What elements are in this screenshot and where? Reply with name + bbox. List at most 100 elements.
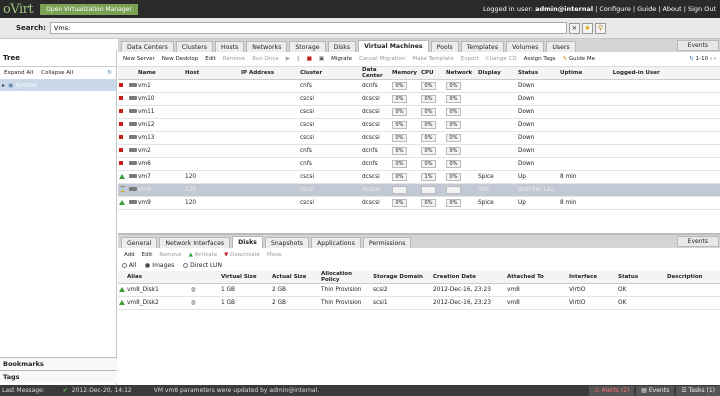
disk-move-button[interactable]: Move bbox=[267, 252, 282, 258]
vm-row[interactable]: ⌛ vm8 120 cscsi dcscsi 0% 0% 0% VNC Wait For Lau bbox=[118, 183, 720, 197]
disk-activate-button[interactable]: ▲ Activate bbox=[189, 252, 218, 258]
vm-row[interactable]: vm2 cnfs dcnfs 0% 0% 0% Down bbox=[118, 144, 720, 158]
disk-col-description[interactable]: Description bbox=[666, 271, 720, 284]
vm-col-cluster[interactable]: Cluster bbox=[299, 67, 361, 80]
vm-col-data-center[interactable]: Data Center bbox=[361, 67, 391, 80]
guide-link[interactable]: | Guide bbox=[633, 5, 656, 13]
tab-networks[interactable]: Networks bbox=[246, 41, 288, 52]
vm-row[interactable]: vm10 cscsi dcscsi 0% 0% 0% Down bbox=[118, 92, 720, 106]
edit-button[interactable]: Edit bbox=[205, 56, 216, 62]
vm-row[interactable]: vm1 cnfs dcnfs 0% 0% 0% Down bbox=[118, 79, 720, 93]
tree-item-system[interactable]: ▸ ◉ System bbox=[0, 79, 116, 91]
disk-col-allocation-policy[interactable]: Allocation Policy bbox=[320, 271, 372, 284]
disk-col-storage-domain[interactable]: Storage Domain bbox=[372, 271, 432, 284]
subtab-permissions[interactable]: Permissions bbox=[362, 237, 412, 248]
vm-col-host[interactable]: Host bbox=[184, 67, 240, 80]
expand-all-link[interactable]: Expand All bbox=[4, 70, 33, 76]
refresh-icon[interactable]: ↻ bbox=[689, 56, 694, 62]
vm-col-status[interactable]: Status bbox=[517, 67, 559, 80]
assign-tags-button[interactable]: Assign Tags bbox=[524, 56, 556, 62]
vm-row[interactable]: vm7 120 cscsi dcscsi 0% 1% 0% Spice Up 8 min bbox=[118, 170, 720, 184]
tab-users[interactable]: Users bbox=[546, 41, 576, 52]
about-link[interactable]: | About bbox=[658, 5, 681, 13]
bookmarks-panel[interactable]: Bookmarks bbox=[0, 357, 117, 370]
disk-col-attached-to[interactable]: Attached To bbox=[506, 271, 568, 284]
prev-page-icon[interactable]: ‹ bbox=[710, 56, 712, 62]
radio-all[interactable]: All bbox=[122, 262, 136, 269]
refresh-icon[interactable]: ↻ bbox=[107, 70, 112, 76]
clear-search-icon[interactable]: × bbox=[568, 22, 580, 34]
vm-row[interactable]: vm9 120 cscsi dcscsi 0% 0% 0% Spice Up 8 min bbox=[118, 196, 720, 210]
disk-remove-button[interactable]: Remove bbox=[159, 252, 181, 258]
status-events-button[interactable]: ▤ Events bbox=[636, 385, 675, 396]
disk-edit-button[interactable]: Edit bbox=[142, 252, 153, 258]
vm-row[interactable]: vm13 cscsi dcscsi 0% 0% 0% Down bbox=[118, 131, 720, 145]
migrate-button[interactable]: Migrate bbox=[331, 56, 352, 62]
vm-row[interactable]: vm6 cnfs dcnfs 0% 0% 0% Down bbox=[118, 157, 720, 171]
subtab-general[interactable]: General bbox=[121, 237, 158, 248]
vm-col-logged-in-user[interactable]: Logged-in User bbox=[611, 67, 720, 80]
tab-hosts[interactable]: Hosts bbox=[214, 41, 245, 52]
next-page-icon[interactable]: › bbox=[714, 56, 716, 62]
console-icon[interactable]: ▣ bbox=[319, 56, 324, 62]
collapse-all-link[interactable]: Collapse All bbox=[41, 70, 73, 76]
tab-storage[interactable]: Storage bbox=[289, 41, 326, 52]
configure-link[interactable]: | Configure bbox=[595, 5, 631, 13]
vm-col-cpu[interactable]: CPU bbox=[420, 67, 445, 80]
subtab-snapshots[interactable]: Snapshots bbox=[264, 237, 310, 248]
pause-icon[interactable]: ‖ bbox=[297, 56, 300, 62]
tab-clusters[interactable]: Clusters bbox=[175, 41, 213, 52]
export-button[interactable]: Export bbox=[461, 56, 479, 62]
vm-col-network[interactable]: Network bbox=[445, 67, 477, 80]
subtab-disks[interactable]: Disks bbox=[232, 236, 263, 248]
vm-col-memory[interactable]: Memory bbox=[391, 67, 420, 80]
sign-out-link[interactable]: | Sign Out bbox=[684, 5, 716, 13]
vm-row[interactable]: vm11 cscsi dcscsi 0% 0% 0% Down bbox=[118, 105, 720, 119]
disk-row[interactable]: vm8_Disk2 ◍ 1 GB 2 GB Thin Provision scsi1 201… bbox=[118, 296, 720, 310]
tags-panel[interactable]: Tags bbox=[0, 370, 117, 383]
bookmark-star-icon[interactable]: ★ bbox=[581, 22, 593, 34]
subtab-network-interfaces[interactable]: Network Interfaces bbox=[159, 237, 231, 248]
vm-col-ip-address[interactable]: IP Address bbox=[240, 67, 299, 80]
stop-icon[interactable]: ■ bbox=[307, 56, 312, 62]
new-server-button[interactable]: New Server bbox=[123, 56, 155, 62]
radio-direct-lun[interactable]: Direct LUN bbox=[183, 262, 222, 269]
tab-virtual-machines[interactable]: Virtual Machines bbox=[358, 40, 429, 52]
tab-volumes[interactable]: Volumes bbox=[506, 41, 545, 52]
tab-pools[interactable]: Pools bbox=[430, 41, 459, 52]
expand-arrow-icon[interactable]: ▸ bbox=[2, 82, 5, 89]
tab-templates[interactable]: Templates bbox=[460, 41, 505, 52]
disk-col-alias[interactable]: Alias bbox=[126, 271, 190, 284]
disk-col-actual-size[interactable]: Actual Size bbox=[271, 271, 320, 284]
disk-col-creation-date[interactable]: Creation Date bbox=[432, 271, 506, 284]
new-desktop-button[interactable]: New Desktop bbox=[162, 56, 198, 62]
subtab-applications[interactable]: Applications bbox=[311, 237, 361, 248]
run-once-button[interactable]: Run Once bbox=[252, 56, 279, 62]
disk-col-virtual-size[interactable]: Virtual Size bbox=[220, 271, 271, 284]
search-icon[interactable]: ⚲ bbox=[594, 22, 606, 34]
change-cd-button[interactable]: Change CD bbox=[486, 56, 517, 62]
guide-me-button[interactable]: ✎ Guide Me bbox=[563, 56, 595, 62]
tab-disks[interactable]: Disks bbox=[327, 41, 357, 52]
disk-deactivate-button[interactable]: ▼ Deactivate bbox=[224, 252, 260, 258]
disk-row[interactable]: vm8_Disk1 ◍ 1 GB 2 GB Thin Provision scsi2 201… bbox=[118, 283, 720, 297]
cancel-migration-button[interactable]: Cancel Migration bbox=[359, 56, 405, 62]
disk-col-status[interactable]: Status bbox=[617, 271, 666, 284]
detail-events-button[interactable]: Events bbox=[676, 236, 719, 247]
make-template-button[interactable]: Make Template bbox=[412, 56, 453, 62]
disk-col-interface[interactable]: Interface bbox=[568, 271, 617, 284]
radio-images[interactable]: Images bbox=[145, 262, 174, 269]
vm-col-uptime[interactable]: Uptime bbox=[559, 67, 612, 80]
events-button[interactable]: Events bbox=[676, 40, 719, 51]
tab-data-centers[interactable]: Data Centers bbox=[121, 41, 174, 52]
disk-col-type[interactable] bbox=[190, 271, 220, 284]
vm-col-display[interactable]: Display bbox=[477, 67, 517, 80]
remove-button[interactable]: Remove bbox=[223, 56, 245, 62]
alerts-button[interactable]: ⚠ Alerts (2) bbox=[589, 385, 635, 396]
vm-col-name[interactable]: Name bbox=[137, 67, 184, 80]
tasks-button[interactable]: ☰ Tasks (1) bbox=[676, 385, 720, 396]
run-icon[interactable]: ▶ bbox=[286, 56, 290, 62]
search-input[interactable] bbox=[49, 22, 567, 34]
disk-add-button[interactable]: Add bbox=[124, 252, 135, 258]
vm-row[interactable]: vm12 cscsi dcscsi 0% 0% 0% Down bbox=[118, 118, 720, 132]
